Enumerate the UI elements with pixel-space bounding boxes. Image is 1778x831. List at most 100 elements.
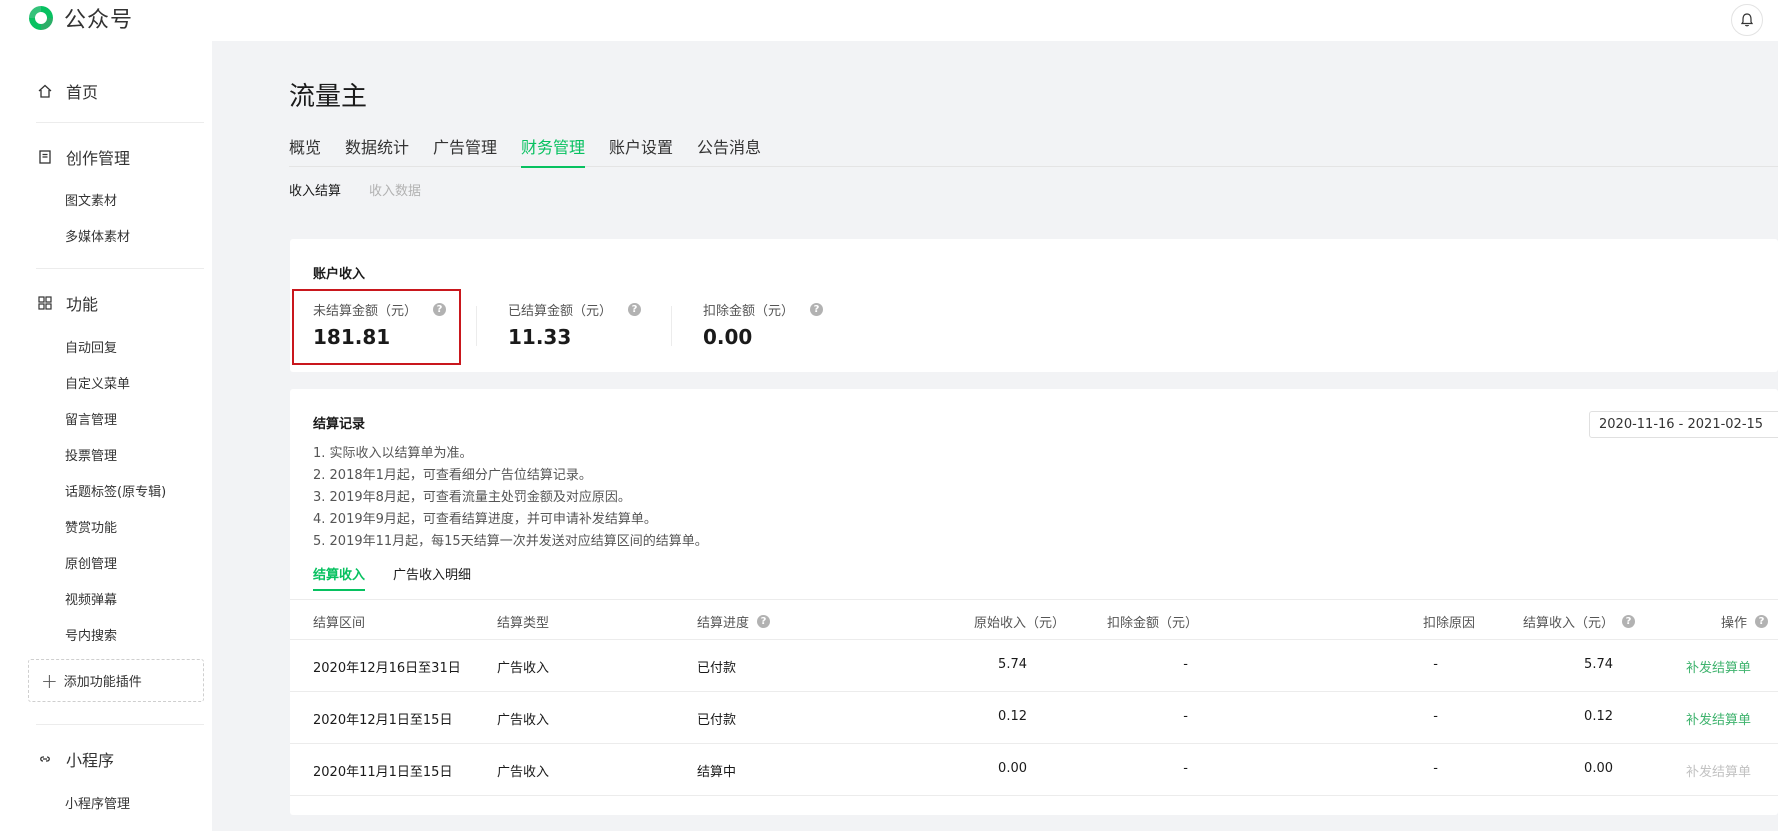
- cell-original: 5.74: [998, 657, 1027, 672]
- stat-value: 11.33: [508, 325, 572, 349]
- note-line: 2. 2018年1月起，可查看细分广告位结算记录。: [313, 468, 592, 483]
- settlement-notes: 1. 实际收入以结算单为准。 2. 2018年1月起，可查看细分广告位结算记录。…: [313, 443, 708, 553]
- cell-deduct: -: [1183, 709, 1188, 724]
- highlight-box: [292, 289, 461, 365]
- column-header: 扣除原因: [1422, 616, 1475, 631]
- column-header-action: 操作?: [1658, 612, 1768, 631]
- cell-original: 0.00: [998, 761, 1027, 776]
- sidebar-item-custom-menu[interactable]: 自定义菜单: [65, 373, 130, 392]
- divider: [476, 306, 477, 346]
- sidebar-label: 首页: [66, 83, 99, 102]
- table-row: 2020年12月1日至15日 广告收入 已付款 0.12 - - 0.12 补发…: [290, 691, 1778, 744]
- cell-period: 2020年11月1日至15日: [313, 765, 453, 780]
- sidebar-item-comments[interactable]: 留言管理: [65, 409, 117, 428]
- cell-deduct: -: [1183, 657, 1188, 672]
- cell-settled: 0.12: [1584, 709, 1613, 724]
- main-tabs: 概览 数据统计 广告管理 财务管理 账户设置 公告消息: [289, 134, 1778, 168]
- sidebar-item-reward[interactable]: 赞赏功能: [65, 517, 117, 536]
- stat-deducted: 扣除金额（元）? 0.00: [703, 300, 824, 349]
- tab-ad-management[interactable]: 广告管理: [433, 134, 497, 166]
- tab-finance[interactable]: 财务管理: [521, 134, 586, 168]
- note-line: 5. 2019年11月起，每15天结算一次并发送对应结算区间的结算单。: [313, 534, 708, 549]
- sidebar-item-image-text[interactable]: 图文素材: [65, 190, 117, 209]
- cell-period: 2020年12月16日至31日: [313, 661, 461, 676]
- column-header: 原始收入（元）: [973, 616, 1065, 631]
- tab-overview[interactable]: 概览: [289, 134, 321, 166]
- account-income-title: 账户收入: [313, 267, 366, 282]
- sidebar-label: 功能: [66, 295, 99, 314]
- sidebar-label: 小程序: [66, 751, 115, 770]
- tab-account-settings[interactable]: 账户设置: [609, 134, 673, 166]
- sidebar-item-auto-reply[interactable]: 自动回复: [65, 337, 117, 356]
- sidebar-group-creation[interactable]: 创作管理: [36, 145, 130, 169]
- sidebar-item-multimedia[interactable]: 多媒体素材: [65, 226, 130, 245]
- sidebar-item-voting[interactable]: 投票管理: [65, 445, 117, 464]
- note-line: 1. 实际收入以结算单为准。: [313, 446, 473, 461]
- help-icon[interactable]: ?: [810, 303, 824, 316]
- help-icon[interactable]: ?: [628, 303, 642, 316]
- tab-statistics[interactable]: 数据统计: [345, 134, 409, 166]
- tab-ad-income-detail[interactable]: 广告收入明细: [393, 564, 471, 583]
- sidebar-item-miniprogram-manage[interactable]: 小程序管理: [65, 793, 130, 812]
- note-line: 3. 2019年8月起，可查看流量主处罚金额及对应原因。: [313, 490, 631, 505]
- add-plugin-label: 添加功能插件: [63, 675, 142, 690]
- sidebar-item-home[interactable]: 首页: [36, 79, 98, 103]
- notification-button[interactable]: [1731, 4, 1763, 36]
- cell-status: 结算中: [697, 765, 737, 780]
- column-header: 结算区间: [313, 616, 366, 631]
- stat-settled: 已结算金额（元）? 11.33: [508, 300, 642, 349]
- page-title: 流量主: [289, 82, 368, 112]
- divider: [36, 122, 204, 123]
- help-icon[interactable]: ?: [1755, 615, 1768, 628]
- sidebar-item-search[interactable]: 号内搜索: [65, 625, 117, 644]
- app-name: 公众号: [64, 8, 134, 33]
- sidebar: 首页 创作管理 图文素材 多媒体素材 功能 自动回复 自定义菜单 留言管理 投票…: [0, 41, 212, 831]
- cell-type: 广告收入: [497, 661, 550, 676]
- cell-settled: 0.00: [1584, 761, 1613, 776]
- cell-status: 已付款: [697, 713, 737, 728]
- stat-label: 已结算金额（元）: [508, 304, 613, 319]
- top-bar: 公众号: [0, 0, 1778, 41]
- sidebar-item-topic-tags[interactable]: 话题标签(原专辑): [65, 481, 166, 500]
- sidebar-label: 创作管理: [66, 149, 131, 168]
- help-icon[interactable]: ?: [1622, 615, 1635, 628]
- cell-reason: -: [1433, 709, 1438, 724]
- stat-label: 扣除金额（元）: [703, 304, 795, 319]
- cell-deduct: -: [1183, 761, 1188, 776]
- divider: [671, 306, 672, 346]
- plus-icon: +: [41, 668, 58, 693]
- subtab-income-settlement[interactable]: 收入结算: [289, 180, 341, 199]
- help-icon[interactable]: ?: [757, 615, 771, 628]
- tab-announcements[interactable]: 公告消息: [697, 134, 761, 166]
- cell-original: 0.12: [998, 709, 1027, 724]
- bell-icon: [1740, 13, 1754, 27]
- cell-period: 2020年12月1日至15日: [313, 713, 453, 728]
- divider: [36, 724, 204, 725]
- sidebar-group-features[interactable]: 功能: [36, 291, 98, 315]
- table-header: 结算区间 结算类型 结算进度? 原始收入（元） 扣除金额（元） 扣除原因 结算收…: [290, 599, 1778, 640]
- cell-settled: 5.74: [1584, 657, 1613, 672]
- sidebar-group-miniprogram[interactable]: 小程序: [36, 747, 114, 771]
- subtab-income-data[interactable]: 收入数据: [369, 180, 421, 199]
- divider: [36, 268, 204, 269]
- reissue-statement-link-disabled: 补发结算单: [1686, 765, 1752, 780]
- sidebar-item-video-danmaku[interactable]: 视频弹幕: [65, 589, 117, 608]
- cell-type: 广告收入: [497, 713, 550, 728]
- sidebar-item-original[interactable]: 原创管理: [65, 553, 117, 572]
- cell-status: 已付款: [697, 661, 737, 676]
- column-header: 扣除金额（元）: [1107, 616, 1199, 631]
- column-header-settled: 结算收入（元）?: [1505, 612, 1635, 631]
- tab-settlement-income[interactable]: 结算收入: [313, 564, 366, 591]
- column-header: 结算类型: [497, 616, 550, 631]
- brand[interactable]: 公众号: [26, 2, 133, 34]
- table-row: 2020年12月16日至31日 广告收入 已付款 5.74 - - 5.74 补…: [290, 639, 1778, 692]
- add-plugin-button[interactable]: + 添加功能插件: [28, 659, 204, 702]
- reissue-statement-link[interactable]: 补发结算单: [1686, 709, 1751, 728]
- table-row: 2020年11月1日至15日 广告收入 结算中 0.00 - - 0.00 补发…: [290, 743, 1778, 796]
- settlement-records-title: 结算记录: [313, 417, 366, 432]
- note-line: 4. 2019年9月起，可查看结算进度，并可申请补发结算单。: [313, 512, 657, 527]
- cell-type: 广告收入: [497, 765, 550, 780]
- date-range-picker[interactable]: 2020-11-16 - 2021-02-15: [1589, 411, 1778, 438]
- home-icon: [36, 82, 54, 100]
- reissue-statement-link[interactable]: 补发结算单: [1686, 657, 1751, 676]
